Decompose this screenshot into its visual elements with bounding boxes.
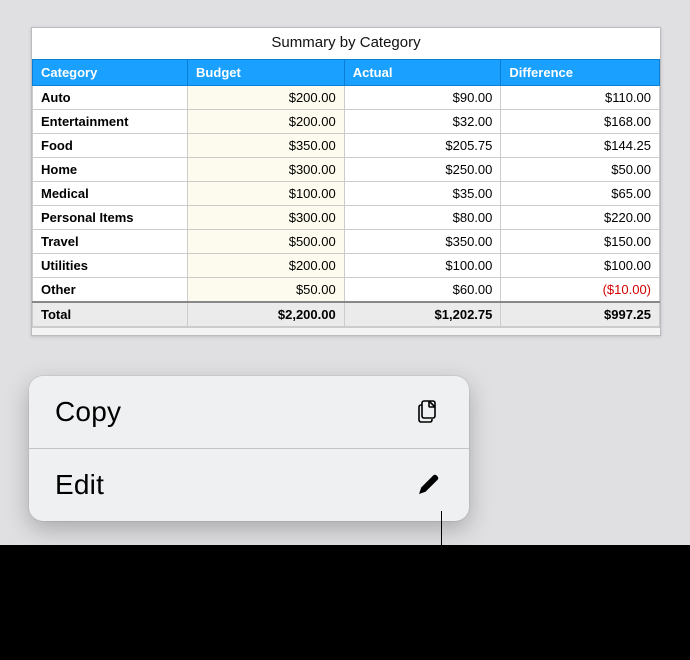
- cell-actual: $350.00: [344, 230, 501, 254]
- table-row[interactable]: Auto$200.00$90.00$110.00: [33, 86, 660, 110]
- cell-category: Travel: [33, 230, 188, 254]
- cell-difference: $150.00: [501, 230, 660, 254]
- cell-actual: $100.00: [344, 254, 501, 278]
- cell-difference: $220.00: [501, 206, 660, 230]
- cell-difference: $100.00: [501, 254, 660, 278]
- menu-item-edit[interactable]: Edit: [29, 448, 469, 521]
- cell-difference: $168.00: [501, 110, 660, 134]
- cell-actual: $60.00: [344, 278, 501, 303]
- summary-table: Category Budget Actual Difference Auto$2…: [32, 59, 660, 327]
- cell-actual: $80.00: [344, 206, 501, 230]
- table-header-row: Category Budget Actual Difference: [33, 60, 660, 86]
- cell-difference: $144.25: [501, 134, 660, 158]
- cell-budget: $50.00: [188, 278, 345, 303]
- cell-actual: $90.00: [344, 86, 501, 110]
- copy-icon: [413, 397, 443, 427]
- table-title: Summary by Category: [32, 28, 660, 59]
- bottom-bar: [0, 545, 690, 660]
- menu-label-edit: Edit: [55, 469, 104, 501]
- table-footer-strip: [32, 327, 660, 335]
- table-row[interactable]: Travel$500.00$350.00$150.00: [33, 230, 660, 254]
- cell-total-budget: $2,200.00: [188, 302, 345, 327]
- pencil-icon: [413, 470, 443, 500]
- summary-table-panel: Summary by Category Category Budget Actu…: [31, 27, 661, 336]
- cell-category: Entertainment: [33, 110, 188, 134]
- menu-item-copy[interactable]: Copy: [29, 376, 469, 448]
- cell-actual: $32.00: [344, 110, 501, 134]
- cell-budget: $500.00: [188, 230, 345, 254]
- col-header-difference: Difference: [501, 60, 660, 86]
- col-header-actual: Actual: [344, 60, 501, 86]
- cell-category: Utilities: [33, 254, 188, 278]
- cell-actual: $250.00: [344, 158, 501, 182]
- cell-budget: $200.00: [188, 86, 345, 110]
- cell-difference: $110.00: [501, 86, 660, 110]
- table-row[interactable]: Home$300.00$250.00$50.00: [33, 158, 660, 182]
- cell-total-actual: $1,202.75: [344, 302, 501, 327]
- cell-category: Medical: [33, 182, 188, 206]
- cell-budget: $200.00: [188, 254, 345, 278]
- cell-category: Personal Items: [33, 206, 188, 230]
- table-row[interactable]: Food$350.00$205.75$144.25: [33, 134, 660, 158]
- table-row[interactable]: Personal Items$300.00$80.00$220.00: [33, 206, 660, 230]
- callout-line: [441, 511, 442, 646]
- cell-category: Home: [33, 158, 188, 182]
- cell-difference: $65.00: [501, 182, 660, 206]
- cell-category: Auto: [33, 86, 188, 110]
- cell-category: Other: [33, 278, 188, 303]
- col-header-budget: Budget: [188, 60, 345, 86]
- cell-budget: $300.00: [188, 206, 345, 230]
- menu-label-copy: Copy: [55, 396, 121, 428]
- table-row[interactable]: Other$50.00$60.00($10.00): [33, 278, 660, 303]
- cell-category: Food: [33, 134, 188, 158]
- table-row-total: Total$2,200.00$1,202.75$997.25: [33, 302, 660, 327]
- cell-total-difference: $997.25: [501, 302, 660, 327]
- cell-total-label: Total: [33, 302, 188, 327]
- table-row[interactable]: Medical$100.00$35.00$65.00: [33, 182, 660, 206]
- cell-budget: $300.00: [188, 158, 345, 182]
- cell-budget: $100.00: [188, 182, 345, 206]
- cell-actual: $205.75: [344, 134, 501, 158]
- cell-difference: $50.00: [501, 158, 660, 182]
- table-row[interactable]: Entertainment$200.00$32.00$168.00: [33, 110, 660, 134]
- col-header-category: Category: [33, 60, 188, 86]
- cell-difference: ($10.00): [501, 278, 660, 303]
- cell-budget: $350.00: [188, 134, 345, 158]
- cell-actual: $35.00: [344, 182, 501, 206]
- context-menu: Copy Edit: [29, 376, 469, 521]
- table-row[interactable]: Utilities$200.00$100.00$100.00: [33, 254, 660, 278]
- cell-budget: $200.00: [188, 110, 345, 134]
